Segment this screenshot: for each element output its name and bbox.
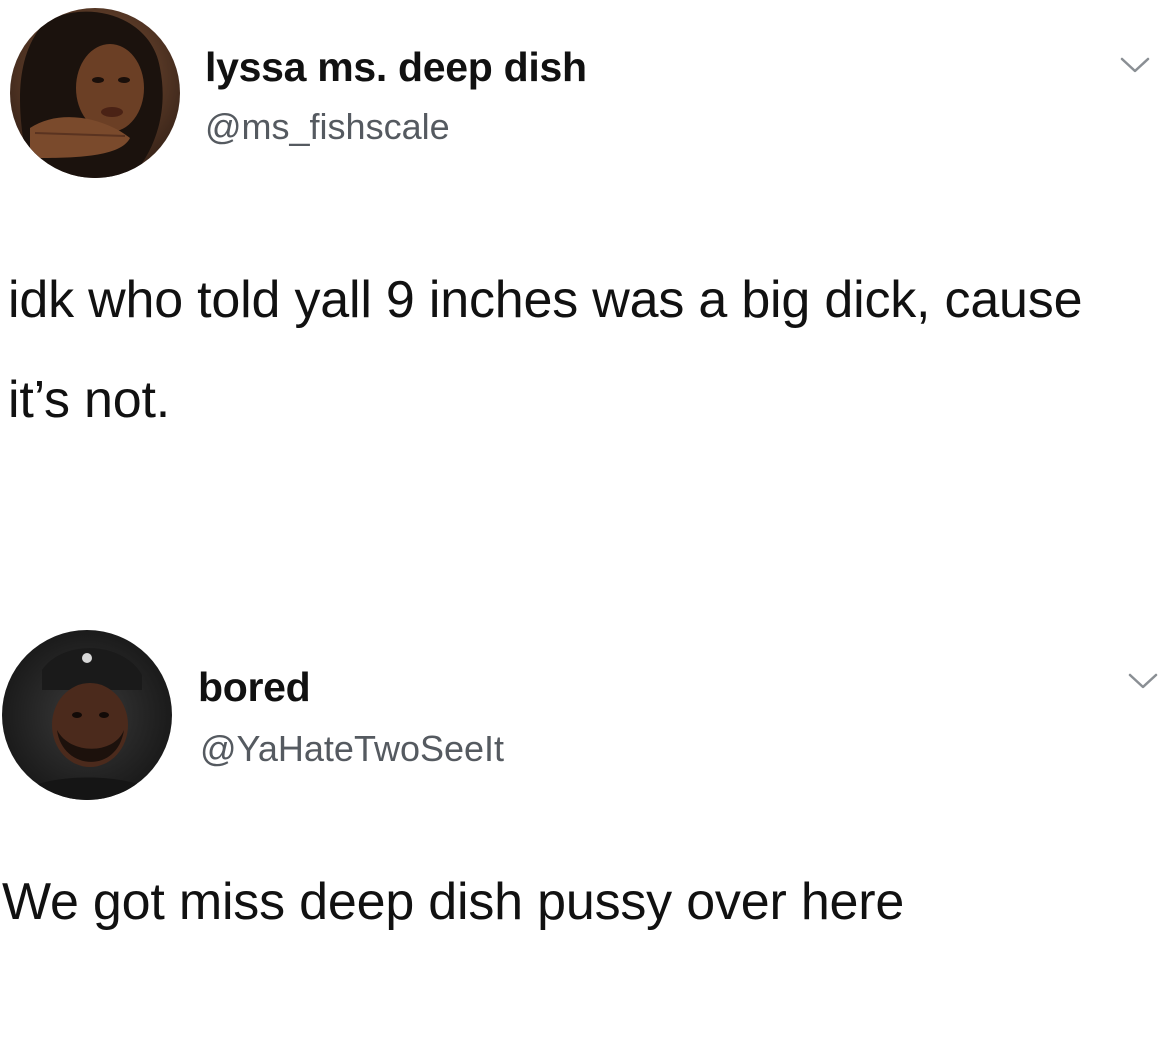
tweet-card: bored @YaHateTwoSeeIt We got miss deep d… xyxy=(0,620,1170,1061)
tweet-card: lyssa ms. deep dish @ms_fishscale idk wh… xyxy=(0,0,1170,560)
display-name[interactable]: bored xyxy=(198,664,311,711)
tweet-text: idk who told yall 9 inches was a big dic… xyxy=(8,271,1083,429)
display-name[interactable]: lyssa ms. deep dish xyxy=(205,44,587,91)
avatar[interactable] xyxy=(10,8,180,178)
chevron-down-icon[interactable] xyxy=(1126,670,1160,692)
chevron-down-icon[interactable] xyxy=(1118,54,1152,76)
profile-photo-icon xyxy=(10,8,180,178)
tweet-text: We got miss deep dish pussy over here xyxy=(2,873,905,931)
user-handle[interactable]: @YaHateTwoSeeIt xyxy=(200,728,504,770)
avatar[interactable] xyxy=(2,630,172,800)
user-handle[interactable]: @ms_fishscale xyxy=(205,106,450,148)
profile-photo-icon xyxy=(2,630,172,800)
